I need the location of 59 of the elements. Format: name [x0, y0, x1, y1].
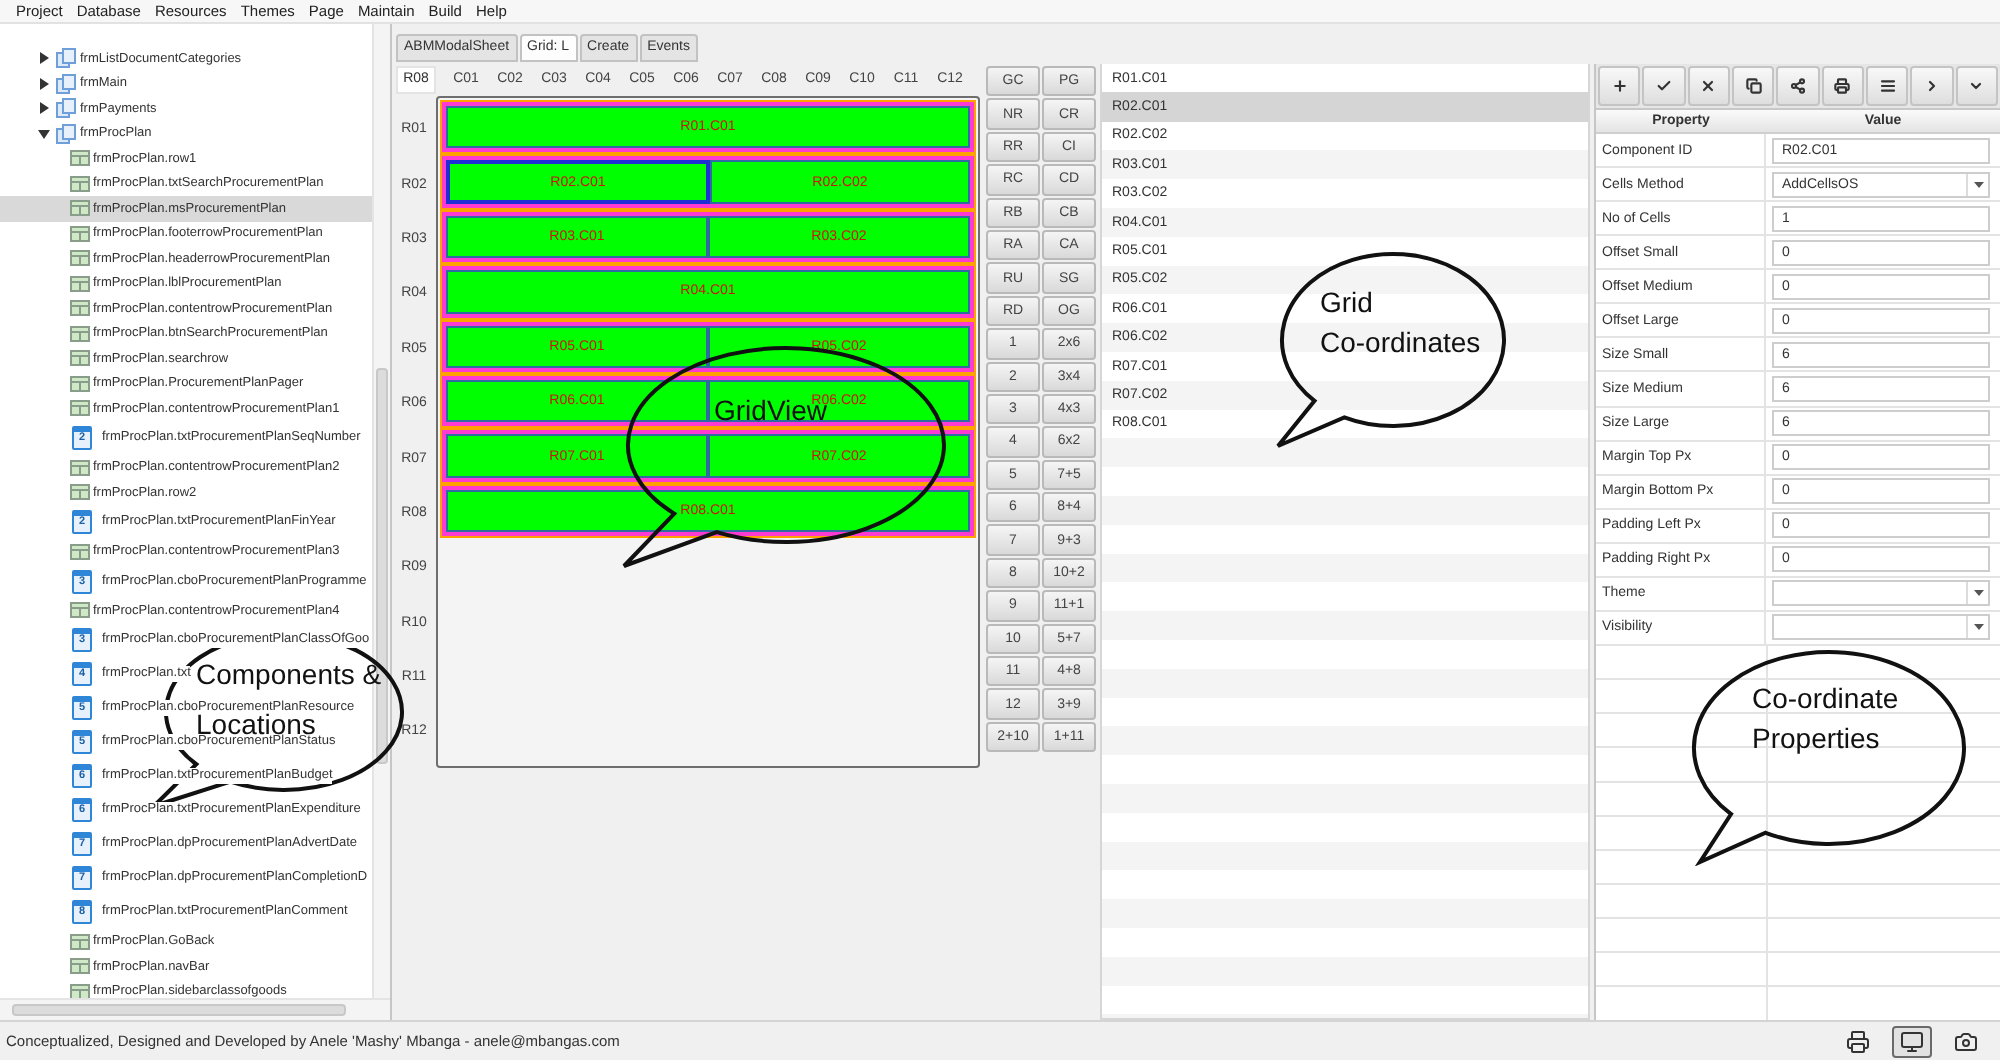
- table-icon: [70, 459, 90, 476]
- cross-icon: [1700, 78, 1717, 94]
- printer-icon: [1846, 1029, 1870, 1053]
- caret-down-icon[interactable]: [1973, 624, 1983, 631]
- table-icon: [70, 300, 90, 317]
- table-icon: [70, 225, 90, 242]
- toolbar-button[interactable]: [1866, 66, 1909, 106]
- toolbar-button[interactable]: [1892, 1025, 1932, 1057]
- caret-down-icon[interactable]: [38, 127, 50, 140]
- check-icon: [1655, 78, 1672, 94]
- table-icon: [70, 602, 90, 619]
- dropdown-field[interactable]: [1772, 580, 1990, 607]
- documents-icon: [56, 123, 76, 144]
- caret-right-icon[interactable]: [38, 77, 50, 90]
- caret-right-icon[interactable]: [38, 102, 50, 115]
- bubble-text: Locations: [196, 713, 316, 736]
- table-icon: [70, 543, 90, 560]
- printer-icon: [1834, 78, 1851, 94]
- camera-icon: [1954, 1029, 1978, 1053]
- table-icon: [70, 275, 90, 292]
- table-icon: [70, 150, 90, 167]
- table-icon: [70, 958, 90, 975]
- documents-icon: [56, 48, 76, 69]
- bubble-text: Components &: [196, 664, 382, 687]
- chevron-down-icon: [1968, 78, 1985, 94]
- bubble-text: Co-ordinate: [1752, 688, 1899, 711]
- table-icon: [70, 350, 90, 367]
- bubble-text: Properties: [1752, 728, 1880, 751]
- table-icon: [70, 400, 90, 417]
- table-icon: [70, 933, 90, 950]
- chevron-right-icon: [1923, 78, 1940, 94]
- plus-icon: [1611, 78, 1628, 94]
- caret-down-icon[interactable]: [1973, 181, 1983, 188]
- bubble-text: GridView: [714, 400, 828, 423]
- documents-icon: [56, 73, 76, 94]
- toolbar-button[interactable]: [1776, 66, 1820, 106]
- scrollbar-thumb[interactable]: [12, 1004, 346, 1016]
- table-icon: [70, 250, 90, 267]
- caret-right-icon[interactable]: [38, 52, 50, 65]
- caret-down-icon[interactable]: [1973, 590, 1983, 597]
- dropdown-field[interactable]: [1772, 614, 1990, 641]
- horizontal-scrollbar[interactable]: [0, 998, 390, 1020]
- toolbar-button[interactable]: [1687, 66, 1730, 106]
- bubble-text: Grid: [1320, 292, 1373, 315]
- table-icon: [70, 175, 90, 192]
- toolbar-button[interactable]: [1598, 66, 1641, 106]
- table-icon: [70, 200, 90, 217]
- table-icon: [70, 325, 90, 342]
- table-icon: [70, 484, 90, 501]
- copy-icon: [1745, 78, 1762, 94]
- toolbar-button[interactable]: [1732, 66, 1775, 106]
- list-icon: [1879, 78, 1896, 94]
- table-icon: [70, 983, 90, 998]
- toolbar-button[interactable]: [1821, 66, 1864, 106]
- table-icon: [70, 375, 90, 392]
- bubble-text: Co-ordinates: [1320, 332, 1481, 355]
- documents-icon: [56, 98, 76, 119]
- share-icon: [1789, 78, 1806, 94]
- monitor-icon: [1900, 1029, 1924, 1053]
